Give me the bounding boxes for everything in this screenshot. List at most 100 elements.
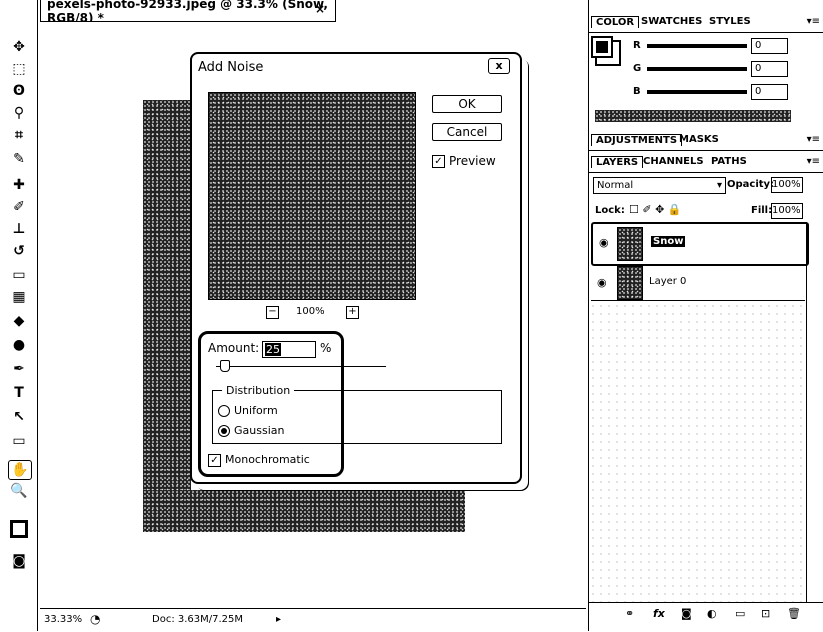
- amount-unit: %: [320, 341, 332, 355]
- tab-masks[interactable]: MASKS: [675, 134, 723, 145]
- tab-color[interactable]: COLOR: [591, 16, 640, 28]
- layer-row-snow[interactable]: ◉ Snow: [591, 222, 809, 266]
- tab-paths[interactable]: PATHS: [707, 156, 751, 167]
- uniform-radio[interactable]: [218, 405, 230, 417]
- preview-checkbox-row[interactable]: ✓ Preview: [432, 154, 496, 168]
- chevron-down-icon: ▾: [716, 180, 722, 191]
- layers-menu-icon[interactable]: ▾≡: [807, 156, 820, 167]
- preview-checkbox[interactable]: ✓: [432, 155, 445, 168]
- amount-slider-thumb[interactable]: [220, 360, 230, 372]
- new-layer-icon[interactable]: ⊡: [761, 607, 770, 620]
- layers-scrollbar[interactable]: [806, 222, 823, 602]
- document-tab[interactable]: pexels-photo-92933.jpeg @ 33.3% (Snow, R…: [40, 0, 336, 25]
- gaussian-radio-row[interactable]: Gaussian: [218, 424, 284, 437]
- zoom-icon[interactable]: 🔍: [8, 482, 30, 500]
- history-brush-icon[interactable]: ↺: [8, 242, 30, 260]
- amount-slider-track[interactable]: [216, 366, 386, 367]
- amount-input[interactable]: 25: [262, 341, 316, 358]
- dialog-close-button[interactable]: x: [488, 58, 510, 74]
- lock-icons[interactable]: ☐ ✐ ✥ 🔒: [629, 203, 681, 216]
- eye-icon[interactable]: ◉: [599, 236, 609, 249]
- color-panel-tabs: COLOR SWATCHES STYLES ▾≡: [589, 14, 823, 33]
- brush-icon[interactable]: ✐: [8, 198, 30, 216]
- add-noise-dialog: Add Noise x OK Cancel ✓ Preview − 100% + …: [190, 52, 522, 484]
- blur-icon[interactable]: ◆: [8, 312, 30, 330]
- status-info-icon[interactable]: ◔: [90, 612, 100, 626]
- cancel-button[interactable]: Cancel: [432, 123, 502, 141]
- layers-panel-tabs: LAYERS CHANNELS PATHS ▾≡: [589, 154, 823, 173]
- quick-mask-icon[interactable]: ◙: [8, 552, 30, 570]
- link-icon[interactable]: ⚭: [625, 607, 634, 620]
- tab-layers[interactable]: LAYERS: [591, 156, 644, 168]
- color-swatches-icon[interactable]: [8, 520, 30, 538]
- layers-footer: ⚭ fx ◙ ◐ ▭ ⊡ 🗑: [589, 602, 823, 627]
- eyedropper-icon[interactable]: ✎: [8, 150, 30, 168]
- close-document-icon[interactable]: ×: [315, 2, 325, 16]
- document-image-bottom: [143, 490, 465, 532]
- delete-icon[interactable]: 🗑: [787, 607, 801, 620]
- lasso-icon[interactable]: ʘ: [8, 82, 30, 100]
- tools-panel: ✥ ⬚ ʘ ⚲ ⌗ ✎ ✚ ✐ ⊥ ↺ ▭ ▦ ◆ ● ✒ T ↖ ▭ ✋ 🔍 ◙: [0, 0, 38, 631]
- tab-channels[interactable]: CHANNELS: [639, 156, 708, 167]
- green-label: G: [633, 63, 642, 74]
- status-bar: 33.33% ◔ Doc: 3.63M/7.25M ▸: [40, 608, 586, 632]
- layer-name[interactable]: Layer 0: [649, 276, 686, 287]
- color-ramp[interactable]: [595, 110, 791, 122]
- monochromatic-checkbox-row[interactable]: ✓ Monochromatic: [208, 453, 310, 467]
- healing-icon[interactable]: ✚: [8, 176, 30, 194]
- uniform-label: Uniform: [234, 404, 278, 417]
- noise-preview[interactable]: [208, 92, 416, 300]
- ok-button[interactable]: OK: [432, 95, 502, 113]
- status-arrow-icon[interactable]: ▸: [276, 614, 281, 625]
- eye-icon[interactable]: ◉: [597, 276, 607, 289]
- type-icon[interactable]: T: [8, 384, 30, 402]
- opacity-input[interactable]: 100%: [771, 177, 803, 193]
- adjustments-menu-icon[interactable]: ▾≡: [807, 134, 820, 145]
- gaussian-radio[interactable]: [218, 425, 230, 437]
- color-panel-menu-icon[interactable]: ▾≡: [807, 16, 820, 27]
- foreground-color-swatch[interactable]: [591, 36, 613, 58]
- red-label: R: [633, 40, 641, 51]
- shape-icon[interactable]: ▭: [8, 432, 30, 450]
- tab-styles[interactable]: STYLES: [705, 16, 755, 27]
- move-icon[interactable]: ✥: [8, 38, 30, 56]
- crop-icon[interactable]: ⌗: [8, 126, 30, 144]
- hand-icon[interactable]: ✋: [8, 460, 32, 480]
- stamp-icon[interactable]: ⊥: [8, 220, 30, 238]
- dodge-icon[interactable]: ●: [8, 336, 30, 354]
- layer-thumbnail: [617, 227, 643, 261]
- distribution-label: Distribution: [222, 384, 295, 397]
- blue-value[interactable]: 0: [751, 84, 788, 100]
- document-image: [143, 100, 191, 532]
- path-select-icon[interactable]: ↖: [8, 408, 30, 426]
- marquee-icon[interactable]: ⬚: [8, 60, 30, 78]
- fx-icon[interactable]: fx: [653, 607, 665, 620]
- layer-row-layer-0[interactable]: ◉ Layer 0: [591, 264, 805, 301]
- dialog-title: Add Noise: [198, 60, 264, 75]
- tab-adjustments[interactable]: ADJUSTMENTS: [591, 134, 683, 146]
- zoom-out-button[interactable]: −: [266, 306, 279, 319]
- monochromatic-checkbox[interactable]: ✓: [208, 453, 221, 467]
- fill-input[interactable]: 100%: [771, 203, 803, 219]
- adjustment-icon[interactable]: ◐: [707, 607, 717, 620]
- tab-swatches[interactable]: SWATCHES: [637, 16, 706, 27]
- red-value[interactable]: 0: [751, 38, 788, 54]
- pen-icon[interactable]: ✒: [8, 360, 30, 378]
- blue-label: B: [633, 86, 641, 97]
- mask-icon[interactable]: ◙: [681, 607, 692, 620]
- status-zoom[interactable]: 33.33%: [44, 614, 82, 625]
- layer-name[interactable]: Snow: [651, 236, 686, 247]
- blend-mode-select[interactable]: Normal ▾: [593, 177, 726, 194]
- zoom-in-button[interactable]: +: [346, 306, 359, 319]
- uniform-radio-row[interactable]: Uniform: [218, 404, 278, 417]
- green-value[interactable]: 0: [751, 61, 788, 77]
- red-slider[interactable]: [647, 44, 747, 48]
- layer-thumbnail: [617, 266, 643, 300]
- preview-zoom-level: 100%: [296, 306, 325, 317]
- group-icon[interactable]: ▭: [735, 607, 745, 620]
- eraser-icon[interactable]: ▭: [8, 266, 30, 284]
- quick-select-icon[interactable]: ⚲: [8, 104, 30, 122]
- blue-slider[interactable]: [647, 90, 747, 94]
- green-slider[interactable]: [647, 67, 747, 71]
- gradient-icon[interactable]: ▦: [8, 288, 30, 306]
